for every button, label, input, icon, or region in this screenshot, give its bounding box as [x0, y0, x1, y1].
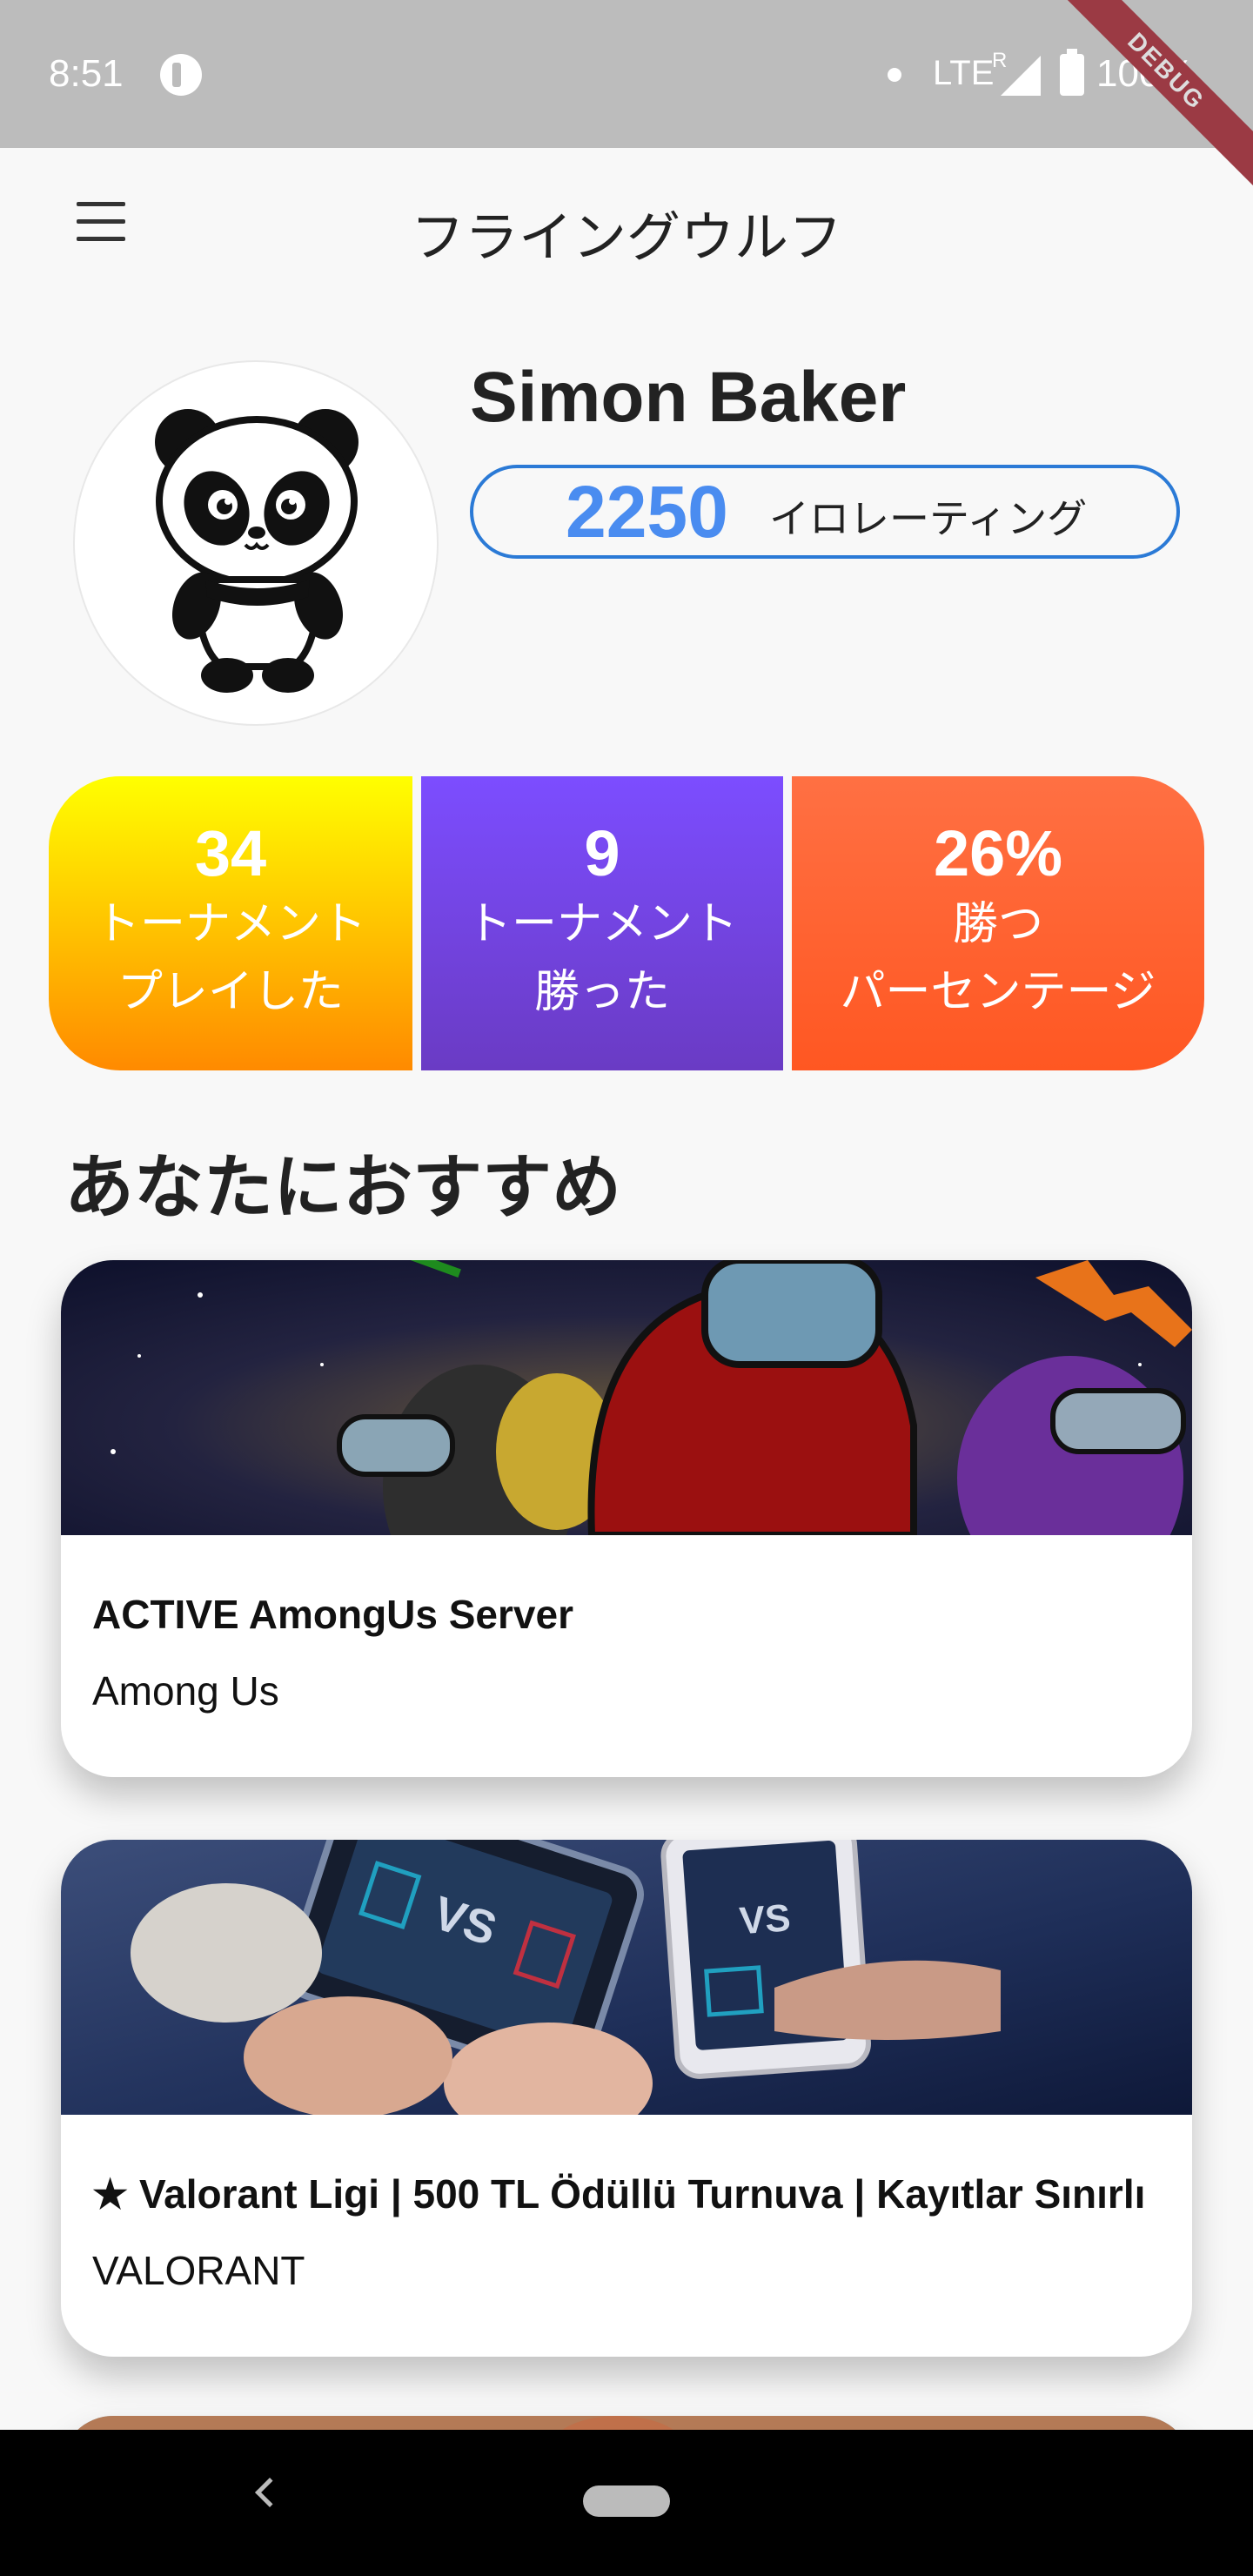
card-title: ACTIVE AmongUs Server	[92, 1592, 573, 1637]
stat-label: プレイした	[117, 966, 344, 1018]
status-time: 8:51	[49, 52, 124, 95]
card-title: ★ Valorant Ligi | 500 TL Ödüllü Turnuva …	[92, 2171, 1146, 2217]
network-type: LTE	[933, 54, 995, 92]
stat-label: 勝つ	[952, 898, 1043, 950]
section-title-recommended: あなたにおすすめ	[64, 1147, 621, 1228]
stat-label: パーセンテージ	[840, 966, 1156, 1018]
avatar[interactable]	[73, 360, 439, 726]
page-title: フライングウルフ	[410, 205, 842, 269]
stat-label: トーナメント	[94, 898, 366, 950]
stat-label: 勝った	[533, 966, 670, 1018]
stat-value: 34	[194, 817, 267, 889]
app-bar: フライングウルフ	[0, 148, 1253, 305]
tournament-card[interactable]: VS VS ★ Valorant Ligi | 500 TL Ödüllü Tu…	[61, 1840, 1192, 2357]
signal-icon	[1001, 56, 1041, 96]
among-us-banner	[61, 1260, 1192, 1535]
stat-win-percentage: 26% 勝つ パーセンテージ	[792, 776, 1204, 1070]
stats-row: 34 トーナメント プレイした 9 トーナメント 勝った 26% 勝つ パーセン…	[49, 776, 1204, 1070]
rating-label: イロレーティング	[769, 495, 1088, 542]
back-icon[interactable]	[255, 2478, 285, 2507]
system-navigation-bar	[0, 2430, 1253, 2576]
battery-icon	[1060, 49, 1084, 96]
tournament-card[interactable]: ACTIVE AmongUs Server Among Us	[61, 1260, 1192, 1777]
rating-value: 2250	[566, 471, 728, 553]
mobile-gaming-banner: VS VS	[61, 1840, 1192, 2115]
home-pill-icon[interactable]	[583, 2485, 670, 2517]
stat-label: トーナメント	[466, 898, 738, 950]
card-game-name: VALORANT	[92, 2248, 305, 2293]
svg-text:VS: VS	[738, 1896, 792, 1942]
stat-tournaments-won: 9 トーナメント 勝った	[421, 776, 783, 1070]
notification-dot-icon	[888, 68, 901, 82]
app-notification-icon	[160, 54, 202, 96]
stat-tournaments-played: 34 トーナメント プレイした	[49, 776, 412, 1070]
user-name: Simon Baker	[470, 358, 907, 437]
status-bar: 8:51 LTE R 100% DEBUG	[0, 0, 1253, 190]
stat-value: 26%	[933, 817, 1063, 889]
card-game-name: Among Us	[92, 1668, 279, 1714]
elo-rating-badge: 2250 イロレーティング	[470, 465, 1180, 559]
stat-value: 9	[584, 817, 620, 889]
panda-icon	[155, 409, 358, 693]
